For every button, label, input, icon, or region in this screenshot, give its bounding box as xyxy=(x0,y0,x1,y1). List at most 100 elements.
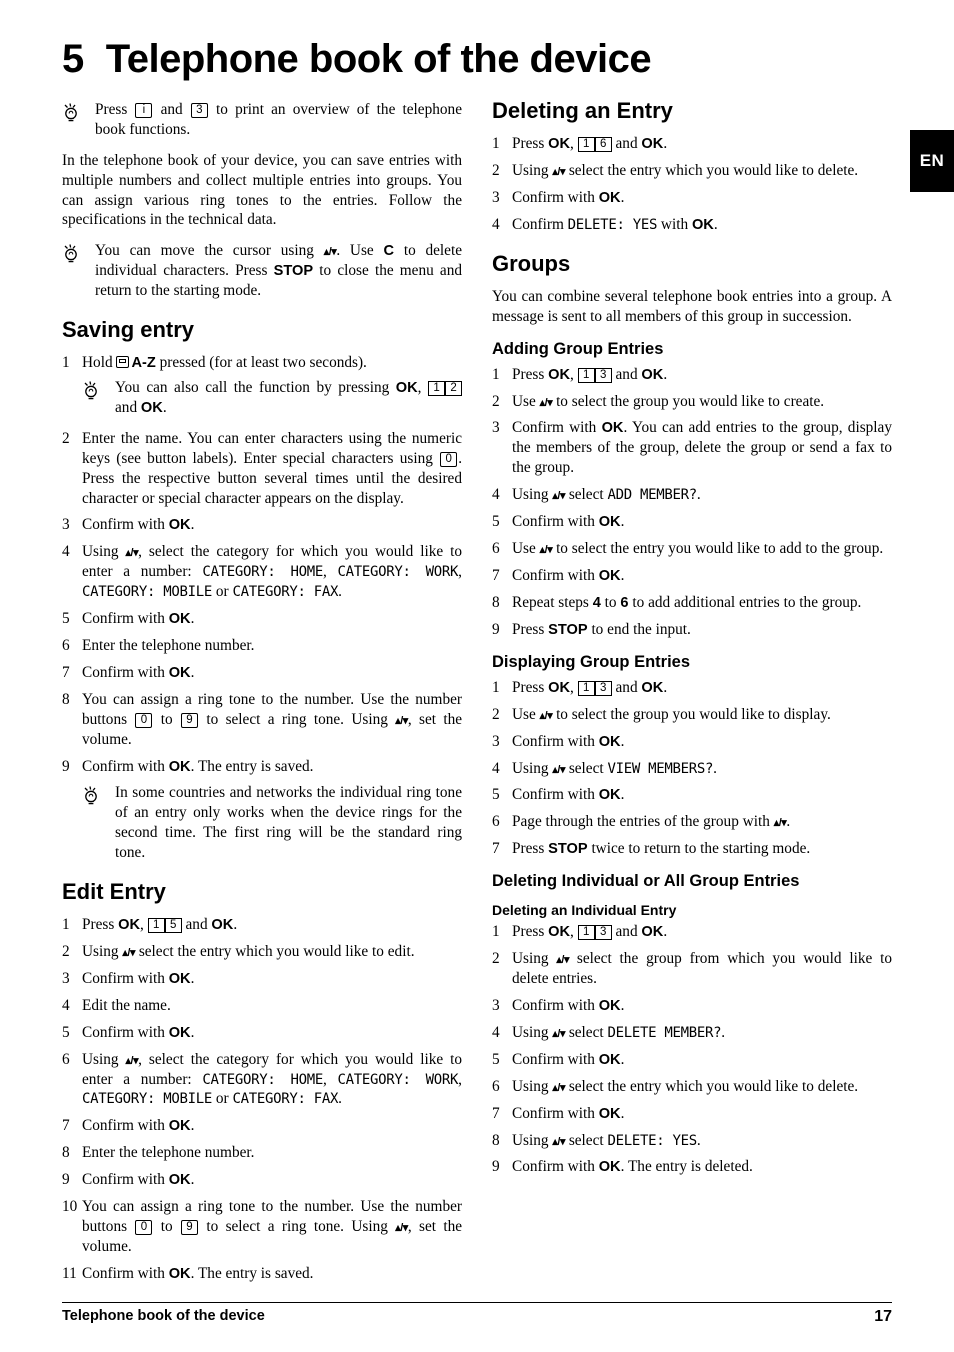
display-text-category-work: CATEGORY: WORK xyxy=(337,564,459,581)
step-text: You can assign a ring tone to the number… xyxy=(82,690,462,750)
step-part-1: Using xyxy=(512,1023,549,1041)
key-ok-label-2: OK xyxy=(140,400,163,416)
step-part-1: Press xyxy=(512,840,545,858)
key-ok-label: OK xyxy=(598,567,621,584)
lightbulb-icon xyxy=(62,100,88,140)
key-1: 1 xyxy=(577,680,595,696)
display-text-category-work: CATEGORY: WORK xyxy=(337,1071,459,1088)
step-number: 9 xyxy=(492,1158,500,1176)
step-text: Use ▴/▾ to select the group you would li… xyxy=(512,392,892,412)
step-number: 11 xyxy=(62,1264,77,1282)
chapter-number: 5 xyxy=(62,37,84,81)
up-down-arrows-icon: ▴/▾ xyxy=(539,543,553,556)
list-item: 5 Confirm with OK. xyxy=(492,1050,892,1070)
step-text: Confirm with OK. xyxy=(512,996,892,1016)
list-item: 7 Confirm with OK. xyxy=(62,663,462,683)
step-number: 1 xyxy=(492,135,500,152)
step-tail: . xyxy=(620,732,625,750)
list-item: 2 Enter the name. You can enter characte… xyxy=(62,429,462,509)
list-item: 6 Using ▴/▾ select the entry which you w… xyxy=(492,1077,892,1097)
key-3: 3 xyxy=(594,925,612,941)
key-ok-label: OK xyxy=(691,216,714,233)
step-part-1: Confirm with xyxy=(82,969,165,987)
key-2: 2 xyxy=(445,381,463,397)
step-text: Confirm with OK. xyxy=(512,1050,892,1070)
list-item: 3 Confirm with OK. xyxy=(62,515,462,535)
list-item: 5 Confirm with OK. xyxy=(62,609,462,629)
section-displaying-group-entries-heading: Displaying Group Entries xyxy=(492,652,691,671)
chapter-title: Telephone book of the device xyxy=(105,37,652,81)
key-3: 3 xyxy=(594,367,612,383)
step-text: Hold A-Z pressed (for at least two secon… xyxy=(82,353,462,373)
step-part-1: Confirm with xyxy=(512,419,597,437)
step-number: 8 xyxy=(62,690,70,708)
list-item: 2 Use ▴/▾ to select the group you would … xyxy=(492,705,892,725)
step-number: 4 xyxy=(492,486,500,504)
key-ok-label-2: OK xyxy=(211,916,234,933)
step-part-1: Using xyxy=(82,942,119,960)
list-item: 2 Using ▴/▾ select the entry which you w… xyxy=(62,942,462,962)
list-item: 4 Edit the name. xyxy=(62,996,462,1016)
step-tail: . xyxy=(620,188,625,206)
step-part-2: select the group from which you would li… xyxy=(512,950,893,988)
display-text-delete-yes: DELETE: YES xyxy=(567,216,658,233)
list-item: 8 Repeat steps 4 to 6 to add additional … xyxy=(492,593,892,613)
list-item: 5 Confirm with OK. xyxy=(492,512,892,532)
hint-part-2: and xyxy=(115,399,138,416)
step-number: 2 xyxy=(62,429,70,447)
step-part-1: Using xyxy=(82,543,119,561)
step-part-1: Press xyxy=(512,678,545,696)
up-down-arrows-icon: ▴/▾ xyxy=(552,1135,565,1148)
step-text: Press STOP to end the input. xyxy=(512,620,892,640)
key-ok-label: OK xyxy=(118,916,141,933)
key-0: 0 xyxy=(440,451,458,467)
key-6: 6 xyxy=(594,137,612,152)
step-text: Confirm with OK. xyxy=(82,1170,462,1190)
step-part-2: to select the entry you would like to ad… xyxy=(556,539,884,557)
step-number: 4 xyxy=(492,215,500,233)
display-text-category-home: CATEGORY: HOME xyxy=(202,564,324,581)
step-part-1: Press xyxy=(512,135,545,152)
key-ok-label: OK xyxy=(168,970,191,987)
step-part-1: Confirm with xyxy=(512,996,595,1014)
list-item: 1 Hold A-Z pressed (for at least two sec… xyxy=(62,353,462,373)
left-column: Press i and 3 to print an overview of th… xyxy=(62,98,462,1291)
list-item: 8 Enter the telephone number. xyxy=(62,1143,462,1163)
step-number: 3 xyxy=(492,732,500,750)
key-ok-label: OK xyxy=(598,1105,621,1122)
page-footer: Telephone book of the device 17 xyxy=(62,1302,892,1326)
key-ok-label-2: OK xyxy=(641,136,664,152)
key-0: 0 xyxy=(135,1219,153,1235)
step-part-2: . xyxy=(190,969,195,987)
step-part-1: Enter the name. You can enter characters… xyxy=(82,429,462,467)
hint-text: You can move the cursor using ▴/▾. Use C… xyxy=(95,241,462,301)
step-tail: . xyxy=(620,1050,625,1068)
step-part-1: Using xyxy=(512,759,549,777)
step-text: Using ▴/▾ select the entry which you wou… xyxy=(512,161,892,181)
step-text: Press STOP twice to return to the starti… xyxy=(512,839,892,859)
keypair-13: 13 xyxy=(577,922,612,942)
step-tail: . xyxy=(663,135,668,152)
two-column-body: Press i and 3 to print an overview of th… xyxy=(62,98,892,1291)
display-text-view-members: VIEW MEMBERS? xyxy=(607,760,714,777)
footer-page-number: 17 xyxy=(874,1308,892,1325)
step-part-1: Press xyxy=(512,923,545,941)
lightbulb-icon xyxy=(62,241,88,301)
step-ref-6: 6 xyxy=(620,594,629,611)
key-ok-label: OK xyxy=(168,1118,191,1135)
display-text-category-mobile: CATEGORY: MOBILE xyxy=(82,584,213,601)
step-tail: . xyxy=(620,512,625,530)
list-item: 4 Using ▴/▾ select VIEW MEMBERS?. xyxy=(492,759,892,779)
step-tail: . xyxy=(338,583,342,601)
key-9: 9 xyxy=(180,712,198,728)
key-1: 1 xyxy=(428,381,446,397)
step-text: Using ▴/▾, select the category for which… xyxy=(82,1050,463,1108)
step-part-2: select xyxy=(568,759,604,777)
footer-title: Telephone book of the device xyxy=(62,1308,265,1324)
list-item: 2 Use ▴/▾ to select the group you would … xyxy=(492,392,892,412)
up-down-arrows-icon: ▴/▾ xyxy=(122,946,135,959)
step-number: 3 xyxy=(492,188,500,206)
keypair-13: 13 xyxy=(577,365,612,385)
hint-ringtone: In some countries and networks the indiv… xyxy=(82,783,462,863)
section-deleting-entry-heading: Deleting an Entry xyxy=(492,98,673,123)
